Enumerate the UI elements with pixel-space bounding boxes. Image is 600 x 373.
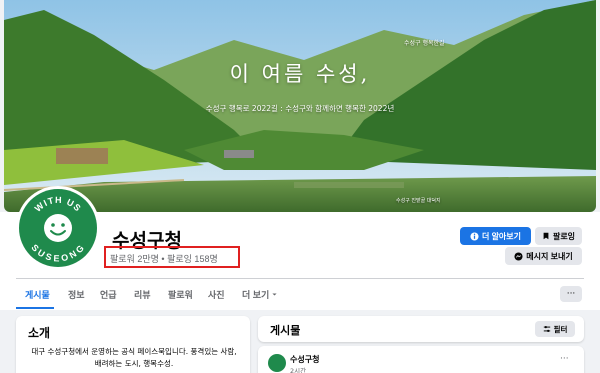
- follower-stats: 팔로워 2만명 • 팔로잉 158명: [110, 252, 218, 265]
- post-author-name[interactable]: 수성구청: [290, 354, 319, 365]
- tab-about[interactable]: 정보: [68, 288, 85, 301]
- stats-separator: •: [161, 254, 165, 264]
- post-card: 수성구청 2시간 ···: [258, 346, 584, 373]
- active-tab-indicator: [16, 307, 54, 309]
- cover-photo[interactable]: 수성구 행복한길 이 여름 수성, 수성구 행복로 2022길 : 수성구와 함…: [4, 0, 596, 212]
- tab-photos[interactable]: 사진: [208, 288, 225, 301]
- messenger-icon: [514, 251, 523, 261]
- cover-caption: 수성구 진밭골 대덕지: [396, 198, 441, 204]
- intro-card: 소개 대구 수성구청에서 운영하는 공식 페이스북입니다. 풍격있는 사람, 배…: [16, 316, 250, 373]
- tab-more-label: 더 보기: [242, 290, 270, 300]
- following-label: 팔로잉: [552, 231, 576, 241]
- send-message-label: 메시지 보내기: [526, 251, 573, 261]
- tab-mentions[interactable]: 언급: [100, 288, 117, 301]
- send-message-button[interactable]: 메시지 보내기: [505, 247, 582, 265]
- svg-text:WITH US: WITH US: [33, 195, 84, 214]
- avatar-text-bottom: SUSEONG: [29, 242, 85, 263]
- posts-header-card: 게시물 필터: [258, 316, 584, 342]
- avatar-logo: WITH US SUSEONG: [19, 189, 97, 267]
- following-link[interactable]: 팔로잉 158명: [167, 254, 218, 264]
- intro-title: 소개: [28, 326, 51, 340]
- posts-title: 게시물: [270, 325, 301, 337]
- more-options-button[interactable]: ···: [560, 286, 582, 302]
- smiley-logo-icon: WITH US SUSEONG: [29, 195, 86, 264]
- cover-headline: 이 여름 수성,: [229, 62, 371, 86]
- followers-link[interactable]: 팔로워 2만명: [110, 254, 159, 264]
- learn-more-label: 더 알아보기: [481, 231, 522, 241]
- cover-subtitle: 수성구 행복로 2022길 : 수성구와 함께하면 행복한 2022년: [205, 104, 395, 113]
- cover-logo-text: 수성구 행복한길: [404, 40, 445, 47]
- following-button[interactable]: 팔로잉: [535, 227, 582, 245]
- info-icon: [470, 231, 479, 241]
- tab-followers[interactable]: 팔로워: [168, 288, 193, 301]
- filter-button[interactable]: 필터: [535, 321, 575, 337]
- facebook-page: 수성구 행복한길 이 여름 수성, 수성구 행복로 2022길 : 수성구와 함…: [0, 0, 600, 373]
- profile-avatar[interactable]: WITH US SUSEONG: [16, 186, 100, 270]
- tab-posts[interactable]: 게시물: [25, 288, 50, 301]
- post-author-avatar[interactable]: [268, 354, 286, 372]
- svg-text:SUSEONG: SUSEONG: [29, 242, 86, 263]
- header-divider: [16, 278, 584, 279]
- learn-more-button[interactable]: 더 알아보기: [460, 227, 531, 245]
- avatar-text-top: WITH US: [33, 195, 83, 214]
- post-options-button[interactable]: ···: [560, 354, 569, 364]
- bookmark-icon: [543, 232, 549, 240]
- tab-more[interactable]: 더 보기: [242, 288, 278, 301]
- filter-label: 필터: [553, 324, 568, 334]
- post-timestamp[interactable]: 2시간: [290, 365, 306, 373]
- chevron-down-icon: [272, 293, 277, 296]
- intro-description: 대구 수성구청에서 운영하는 공식 페이스북입니다. 풍격있는 사람, 배려하는…: [31, 347, 237, 368]
- tab-reviews[interactable]: 리뷰: [134, 288, 151, 301]
- filter-icon: [543, 325, 550, 333]
